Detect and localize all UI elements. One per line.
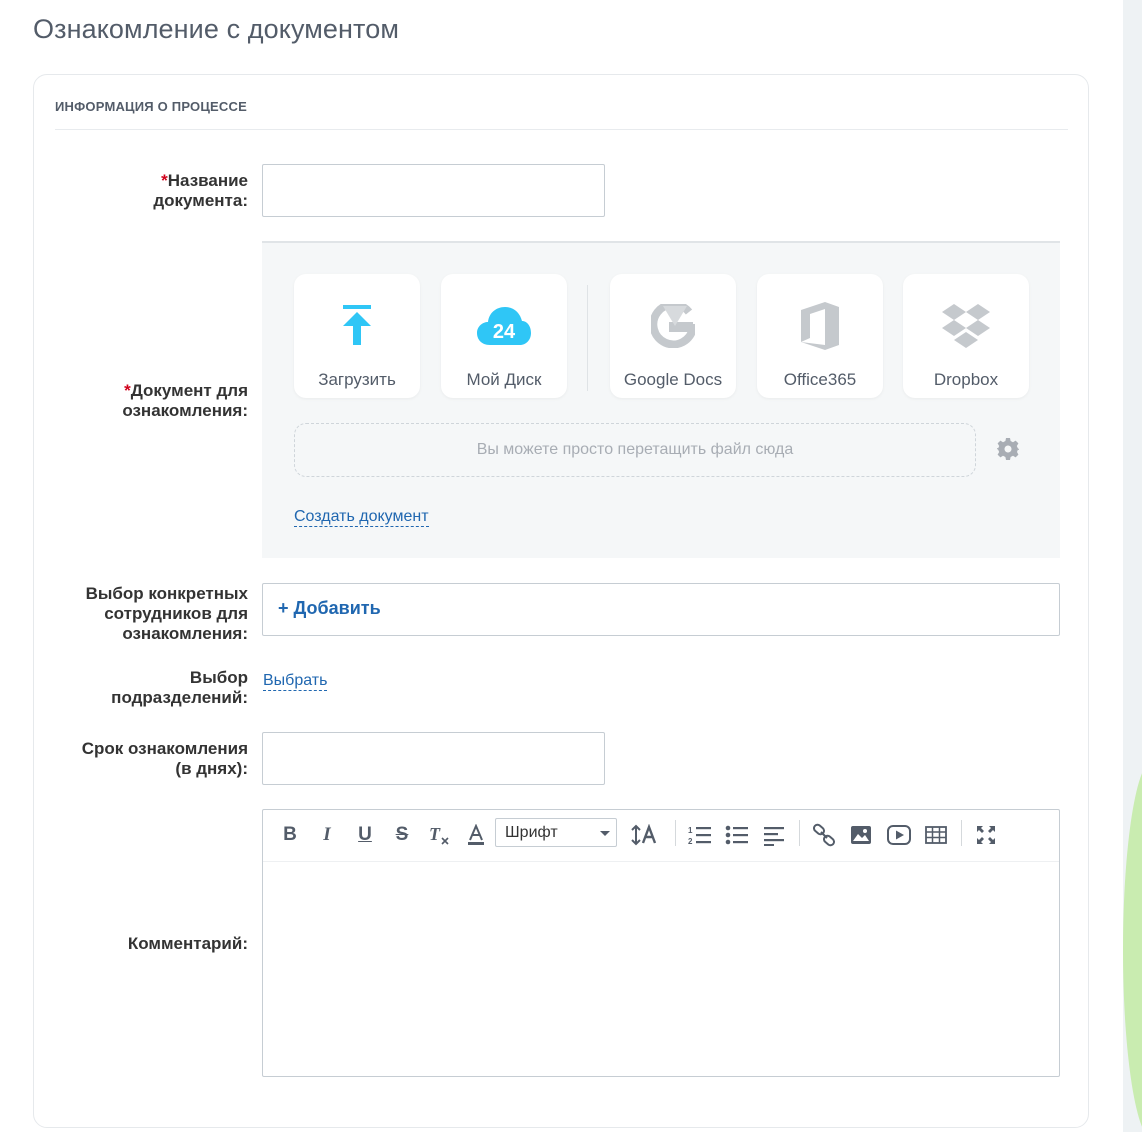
dropbox-label: Dropbox: [933, 370, 999, 389]
file-dropzone[interactable]: Вы можете просто перетащить файл сюда: [294, 423, 976, 477]
add-employees-button[interactable]: + Добавить: [278, 598, 381, 619]
upload-icon: [294, 302, 420, 350]
gear-icon[interactable]: [996, 437, 1020, 466]
create-document-link[interactable]: Создать документ: [294, 507, 429, 527]
fullscreen-icon[interactable]: [973, 822, 999, 848]
text-color-icon[interactable]: [463, 822, 489, 848]
underline-icon[interactable]: U: [352, 822, 378, 848]
process-info-card: ИНФОРМАЦИЯ О ПРОЦЕССЕ *Название документ…: [33, 74, 1089, 1128]
image-icon[interactable]: [848, 822, 874, 848]
section-divider: [55, 129, 1068, 130]
tiles-separator: [587, 285, 588, 391]
svg-text:24: 24: [493, 321, 516, 343]
svg-text:T: T: [429, 824, 441, 844]
table-icon[interactable]: [923, 822, 949, 848]
ordered-list-icon[interactable]: 12: [687, 822, 713, 848]
comment-textarea[interactable]: [263, 863, 1059, 1076]
italic-icon[interactable]: I: [314, 822, 340, 848]
google-docs-tile[interactable]: Google Docs: [610, 274, 736, 398]
google-docs-icon: [610, 302, 736, 350]
bullet-list-icon[interactable]: [724, 822, 750, 848]
my-drive-label: Мой Диск: [466, 370, 542, 389]
chevron-down-icon: [600, 831, 610, 836]
comment-label: Комментарий:: [127, 934, 248, 953]
clear-format-icon[interactable]: T: [426, 822, 452, 848]
background-decoration: [1123, 760, 1142, 1132]
employees-label: Выбор конкретных сотрудников для ознаком…: [85, 584, 248, 643]
toolbar-separator: [799, 820, 800, 846]
departments-label: Выбор подразделений:: [111, 668, 248, 707]
dropbox-icon: [903, 302, 1029, 350]
right-side-strip: [1123, 0, 1142, 1132]
office365-label: Office365: [783, 370, 857, 389]
toolbar-separator: [961, 820, 962, 846]
document-label: *Документ для ознакомления:: [122, 381, 248, 420]
toolbar-separator: [675, 820, 676, 846]
comment-editor: B I U S T Шрифт 12: [262, 809, 1060, 1077]
google-docs-label: Google Docs: [623, 370, 723, 389]
choose-departments-link[interactable]: Выбрать: [263, 671, 328, 691]
link-icon[interactable]: [811, 822, 837, 848]
office365-icon: [757, 302, 883, 350]
my-drive-tile[interactable]: 24 Мой Диск: [441, 274, 567, 398]
dropbox-tile[interactable]: Dropbox: [903, 274, 1029, 398]
font-family-select[interactable]: Шрифт: [495, 818, 617, 847]
editor-toolbar: B I U S T Шрифт 12: [263, 810, 1059, 862]
align-left-icon[interactable]: [761, 822, 787, 848]
upload-tile[interactable]: Загрузить: [294, 274, 420, 398]
term-input[interactable]: [262, 732, 605, 785]
bold-icon[interactable]: B: [277, 822, 303, 848]
svg-text:2: 2: [688, 837, 693, 846]
font-size-icon[interactable]: [630, 822, 660, 848]
upload-label: Загрузить: [318, 370, 396, 389]
doc-name-label: *Название документа:: [153, 171, 248, 210]
doc-name-input[interactable]: [262, 164, 605, 217]
section-title: ИНФОРМАЦИЯ О ПРОЦЕССЕ: [55, 99, 247, 114]
strikethrough-icon[interactable]: S: [389, 822, 415, 848]
file-uploader-panel: Загрузить 24 Мой Диск Google Docs Office…: [262, 241, 1060, 558]
video-icon[interactable]: [886, 822, 912, 848]
svg-text:1: 1: [688, 826, 693, 835]
term-label: Срок ознакомления (в днях):: [81, 739, 248, 778]
cloud-24-icon: 24: [441, 302, 567, 350]
employees-selector[interactable]: + Добавить: [262, 583, 1060, 636]
page-title: Ознакомление с документом: [33, 14, 399, 44]
required-mark: *: [124, 381, 131, 400]
office365-tile[interactable]: Office365: [757, 274, 883, 398]
required-mark: *: [161, 171, 168, 190]
